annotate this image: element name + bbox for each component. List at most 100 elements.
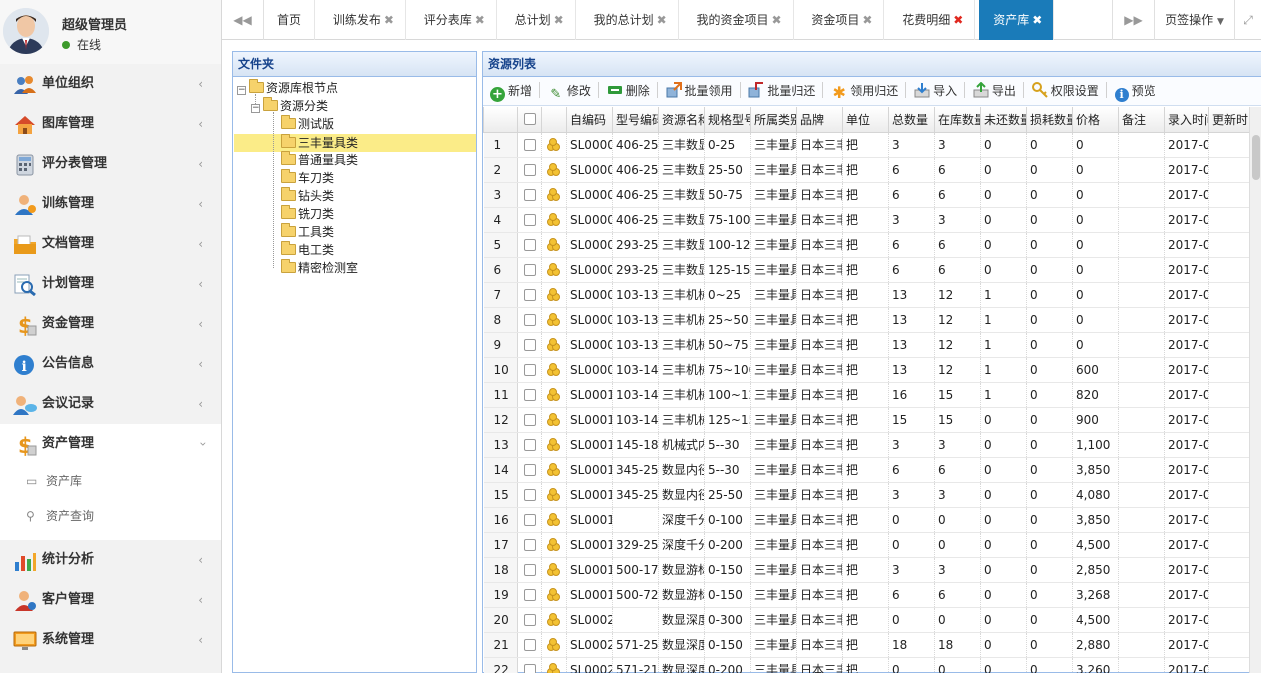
- checkbox-icon[interactable]: [523, 113, 536, 126]
- subnav-item-asset-library[interactable]: ▭ 资产库: [0, 464, 221, 499]
- row-icon-cell[interactable]: [541, 532, 567, 558]
- row-select-cell[interactable]: [517, 382, 542, 408]
- column-header[interactable]: 更新时: [1208, 107, 1249, 133]
- coins-icon[interactable]: [546, 287, 562, 302]
- checkbox-icon[interactable]: [523, 163, 536, 176]
- coins-icon[interactable]: [546, 312, 562, 327]
- coins-icon[interactable]: [546, 412, 562, 427]
- checkbox-icon[interactable]: [523, 538, 536, 551]
- column-header[interactable]: 所属类别: [750, 107, 797, 133]
- row-icon-cell[interactable]: [541, 282, 567, 308]
- tabs-scroll-right-button[interactable]: ▶▶: [1112, 0, 1154, 40]
- row-select-cell[interactable]: [517, 507, 542, 533]
- table-row[interactable]: 19SL0001500-721数显游标0-150三丰量具日本三丰把66003,2…: [483, 582, 1249, 608]
- avatar[interactable]: [3, 8, 49, 54]
- row-select-cell[interactable]: [517, 232, 542, 258]
- checkbox-icon[interactable]: [523, 288, 536, 301]
- table-row[interactable]: 21SL0002571-251数显深度0-150三丰量具日本三丰把1818002…: [483, 632, 1249, 658]
- coins-icon[interactable]: [546, 537, 562, 552]
- row-icon-cell[interactable]: [541, 132, 567, 158]
- sidebar-item-scoresheet[interactable]: 评分表管理 ‹: [0, 144, 221, 184]
- row-icon-cell[interactable]: [541, 382, 567, 408]
- sidebar-item-system[interactable]: 系统管理 ‹: [0, 620, 221, 660]
- permission-button[interactable]: 权限设置: [1030, 77, 1104, 106]
- export-button[interactable]: 导出: [971, 77, 1021, 106]
- column-header[interactable]: 价格: [1072, 107, 1119, 133]
- checkbox-icon[interactable]: [523, 213, 536, 226]
- row-select-cell[interactable]: [517, 182, 542, 208]
- close-icon[interactable]: ✖: [1032, 13, 1042, 27]
- batch-borrow-button[interactable]: 批量领用: [664, 77, 738, 106]
- table-row[interactable]: 6SL0000293-251三丰数显125-150三丰量具日本三丰把660002…: [483, 257, 1249, 283]
- import-button[interactable]: 导入: [912, 77, 962, 106]
- table-row[interactable]: 16SL0001深度千分0-100三丰量具日本三丰把00003,8502017-…: [483, 507, 1249, 533]
- tree-node-child-selected[interactable]: 三丰量具类: [281, 134, 358, 152]
- column-header[interactable]: 单位: [842, 107, 889, 133]
- checkbox-icon[interactable]: [523, 488, 536, 501]
- close-icon[interactable]: ✖: [862, 13, 872, 27]
- sidebar-item-funds[interactable]: $ 资金管理 ‹: [0, 304, 221, 344]
- row-select-cell[interactable]: [517, 632, 542, 658]
- tree-node-root[interactable]: − 资源库根节点: [237, 79, 338, 97]
- row-select-cell[interactable]: [517, 457, 542, 483]
- table-row[interactable]: 22SL0002571-212数显深度0-200三丰量具日本三丰把00003,2…: [483, 657, 1249, 673]
- sidebar-item-training[interactable]: 训练管理 ‹: [0, 184, 221, 224]
- column-header[interactable]: 总数量: [888, 107, 935, 133]
- coins-icon[interactable]: [546, 362, 562, 377]
- coins-icon[interactable]: [546, 262, 562, 277]
- collapse-icon[interactable]: −: [251, 104, 260, 113]
- row-icon-cell[interactable]: [541, 357, 567, 383]
- row-icon-cell[interactable]: [541, 307, 567, 333]
- row-select-cell[interactable]: [517, 482, 542, 508]
- column-header[interactable]: 备注: [1118, 107, 1165, 133]
- row-icon-cell[interactable]: [541, 432, 567, 458]
- borrow-return-button[interactable]: ✱ 领用归还: [829, 77, 903, 106]
- column-header[interactable]: 型号编码: [612, 107, 659, 133]
- tree-node-child[interactable]: 铣刀类: [281, 205, 334, 223]
- column-header[interactable]: 损耗数量: [1026, 107, 1073, 133]
- tree-node-child[interactable]: 普通量具类: [281, 151, 358, 169]
- tab-my-fund-projects[interactable]: 我的资金项目 ✖: [682, 0, 794, 40]
- coins-icon[interactable]: [546, 387, 562, 402]
- tab-home[interactable]: 首页: [264, 0, 316, 40]
- close-icon[interactable]: ✖: [384, 13, 394, 27]
- checkbox-icon[interactable]: [523, 363, 536, 376]
- column-header[interactable]: 未还数量: [980, 107, 1027, 133]
- tree-node-category[interactable]: − 资源分类: [251, 97, 328, 115]
- coins-icon[interactable]: [546, 512, 562, 527]
- table-row[interactable]: 4SL0000406-253三丰数显75-100三丰量具日本三丰把3300020…: [483, 207, 1249, 233]
- sidebar-item-customer[interactable]: 客户管理 ‹: [0, 580, 221, 620]
- row-select-cell[interactable]: [517, 432, 542, 458]
- sidebar-item-meeting[interactable]: 会议记录 ‹: [0, 384, 221, 424]
- table-row[interactable]: 14SL0001345-250数显内径5--30三丰量具日本三丰把66003,8…: [483, 457, 1249, 483]
- table-row[interactable]: 8SL0000103-138三丰机械25~50三丰量具日本三丰把13121002…: [483, 307, 1249, 333]
- tree-node-child[interactable]: 工具类: [281, 223, 334, 241]
- close-icon[interactable]: ✖: [953, 13, 963, 27]
- table-row[interactable]: 13SL0001145-185机械式内5--30三丰量具日本三丰把33001,1…: [483, 432, 1249, 458]
- subnav-item-asset-query[interactable]: ⚲ 资产查询: [0, 499, 221, 534]
- tree-node-child[interactable]: 电工类: [281, 241, 334, 259]
- table-row[interactable]: 15SL0001345-251数显内径25-50三丰量具日本三丰把33004,0…: [483, 482, 1249, 508]
- tree-node-child[interactable]: 测试版: [281, 115, 334, 133]
- row-icon-cell[interactable]: [541, 582, 567, 608]
- table-row[interactable]: 5SL0000293-250三丰数显100-125三丰量具日本三丰把660002…: [483, 232, 1249, 258]
- row-select-cell[interactable]: [517, 357, 542, 383]
- coins-icon[interactable]: [546, 462, 562, 477]
- checkbox-icon[interactable]: [523, 188, 536, 201]
- table-row[interactable]: 10SL0000103-140三丰机械75~100三丰量具日本三丰把131210…: [483, 357, 1249, 383]
- fullscreen-button[interactable]: ⤢: [1234, 0, 1261, 40]
- column-header[interactable]: 规格型号: [704, 107, 751, 133]
- checkbox-icon[interactable]: [523, 513, 536, 526]
- sidebar-item-gallery[interactable]: 图库管理 ‹: [0, 104, 221, 144]
- table-row[interactable]: 1SL0000406-250三丰数显0-25三丰量具日本三丰把330002017…: [483, 132, 1249, 158]
- row-select-cell[interactable]: [517, 407, 542, 433]
- coins-icon[interactable]: [546, 437, 562, 452]
- row-icon-cell[interactable]: [541, 157, 567, 183]
- tree-node-child[interactable]: 钻头类: [281, 187, 334, 205]
- table-row[interactable]: 11 SL0001103-141三丰机械100~125三丰量具日本三丰把16151…: [483, 382, 1249, 408]
- column-header[interactable]: 品牌: [796, 107, 843, 133]
- row-select-cell[interactable]: [517, 282, 542, 308]
- close-icon[interactable]: ✖: [554, 13, 564, 27]
- coins-icon[interactable]: [546, 337, 562, 352]
- checkbox-icon[interactable]: [523, 338, 536, 351]
